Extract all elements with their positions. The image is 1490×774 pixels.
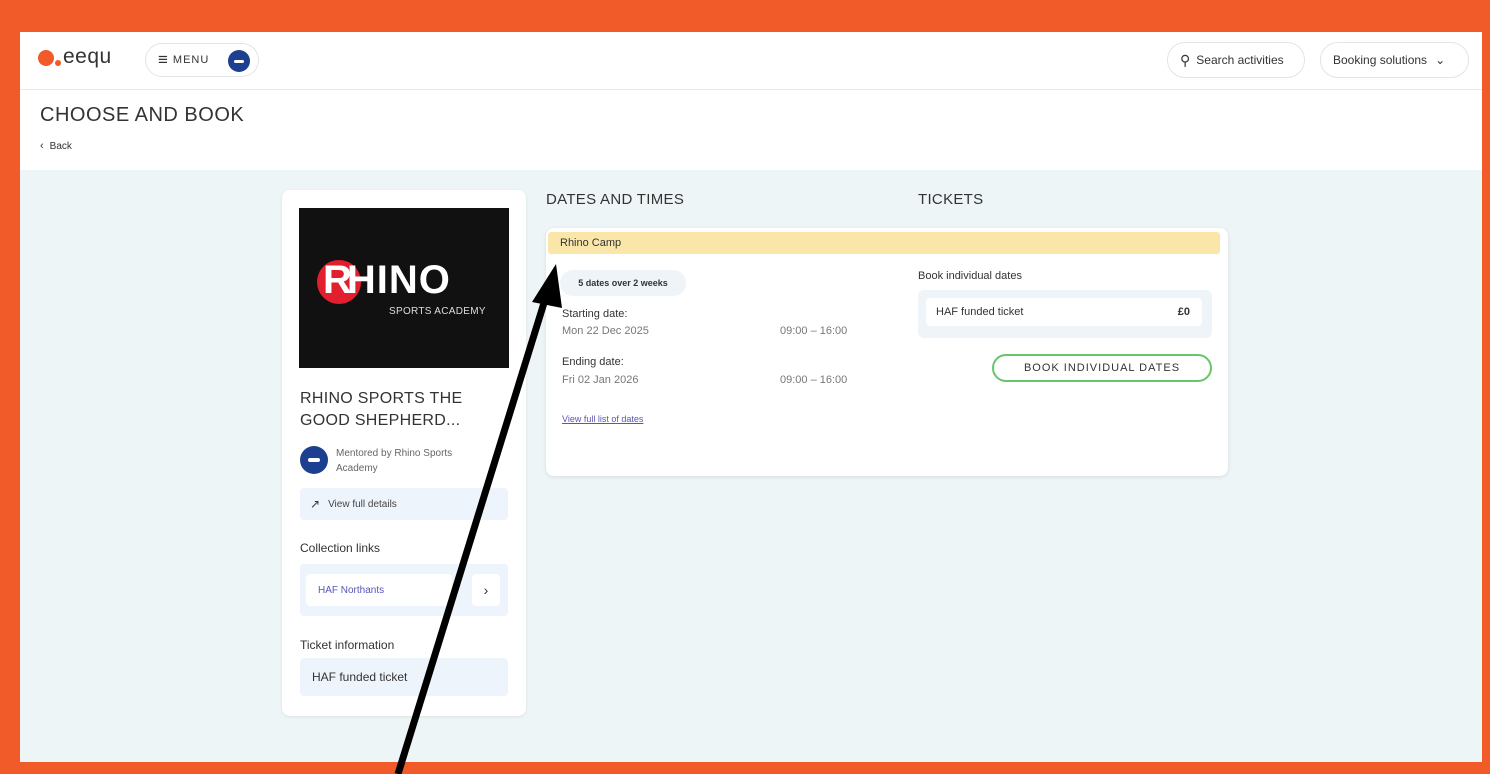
ticket-price: £0 (1177, 306, 1190, 318)
activity-logo-image: RHINO SPORTS ACADEMY (299, 208, 509, 368)
logo-dot-large (38, 50, 54, 66)
menu-button[interactable]: ≡ MENU (145, 43, 259, 77)
chevron-down-icon: ⌄ (1435, 53, 1446, 67)
tickets-heading: TICKETS (918, 191, 984, 208)
ticket-information-label: Ticket information (300, 638, 395, 652)
page-title: CHOOSE AND BOOK (40, 104, 245, 126)
rhino-logo-subtext: SPORTS ACADEMY (389, 306, 486, 317)
app-frame: eequ ≡ MENU ⚲ Search activities Booking … (20, 32, 1482, 762)
search-label: Search activities (1196, 53, 1284, 67)
search-activities-button[interactable]: ⚲ Search activities (1167, 42, 1305, 78)
dates-and-times-heading: DATES AND TIMES (546, 191, 685, 208)
ticket-option-box: HAF funded ticket £0 (918, 290, 1212, 338)
ticket-option[interactable]: HAF funded ticket £0 (926, 298, 1202, 326)
camp-name-bar: Rhino Camp (548, 232, 1220, 254)
mentor-avatar (300, 446, 328, 474)
starting-date-value: Mon 22 Dec 2025 (562, 325, 649, 337)
page-title-bar: CHOOSE AND BOOK ‹ Back (20, 90, 1482, 170)
book-individual-dates-label: Book individual dates (918, 270, 1022, 282)
hamburger-icon: ≡ (158, 50, 168, 69)
logo-dot-small (55, 60, 61, 66)
collection-links-box: HAF Northants › (300, 564, 508, 616)
top-navigation-bar: eequ ≡ MENU ⚲ Search activities Booking … (20, 32, 1482, 90)
chevron-left-icon: ‹ (40, 140, 44, 152)
menu-label: MENU (172, 54, 210, 66)
view-full-list-of-dates-link[interactable]: View full list of dates (562, 414, 643, 424)
logo-text: eequ (63, 45, 112, 68)
back-label: Back (49, 141, 72, 152)
chevron-right-icon[interactable]: › (472, 574, 500, 606)
ticket-information-value: HAF funded ticket (300, 658, 508, 696)
user-avatar (228, 50, 250, 72)
ending-time-value: 09:00 – 16:00 (780, 374, 848, 386)
book-individual-dates-button[interactable]: BOOK INDIVIDUAL DATES (992, 354, 1212, 382)
session-card: Rhino Camp 5 dates over 2 weeks Starting… (546, 228, 1228, 476)
starting-time-value: 09:00 – 16:00 (780, 325, 848, 337)
ticket-name: HAF funded ticket (936, 306, 1024, 318)
mentor-text: Mentored by Rhino Sports Academy (336, 448, 453, 474)
activity-card: RHINO SPORTS ACADEMY RHINO SPORTS THE GO… (282, 190, 526, 716)
view-full-details-label: View full details (328, 498, 397, 510)
view-full-details-link[interactable]: ↗ View full details (300, 488, 508, 520)
eequ-logo[interactable]: eequ (38, 45, 112, 68)
starting-date-label: Starting date: (562, 308, 628, 320)
booking-solutions-dropdown[interactable]: Booking solutions ⌄ (1320, 42, 1469, 78)
external-link-icon: ↗ (310, 497, 321, 511)
ending-date-label: Ending date: (562, 356, 624, 368)
ending-date-value: Fri 02 Jan 2026 (562, 374, 639, 386)
back-link[interactable]: ‹ Back (40, 140, 72, 152)
booking-label: Booking solutions (1333, 53, 1428, 67)
collection-link-haf-northants[interactable]: HAF Northants (306, 574, 452, 606)
collection-links-label: Collection links (300, 541, 381, 555)
rhino-logo-text: RHINO (323, 258, 451, 302)
search-icon: ⚲ (1180, 51, 1191, 68)
dates-summary-badge: 5 dates over 2 weeks (560, 270, 686, 296)
activity-title: RHINO SPORTS THE GOOD SHEPHERD... (300, 390, 463, 429)
